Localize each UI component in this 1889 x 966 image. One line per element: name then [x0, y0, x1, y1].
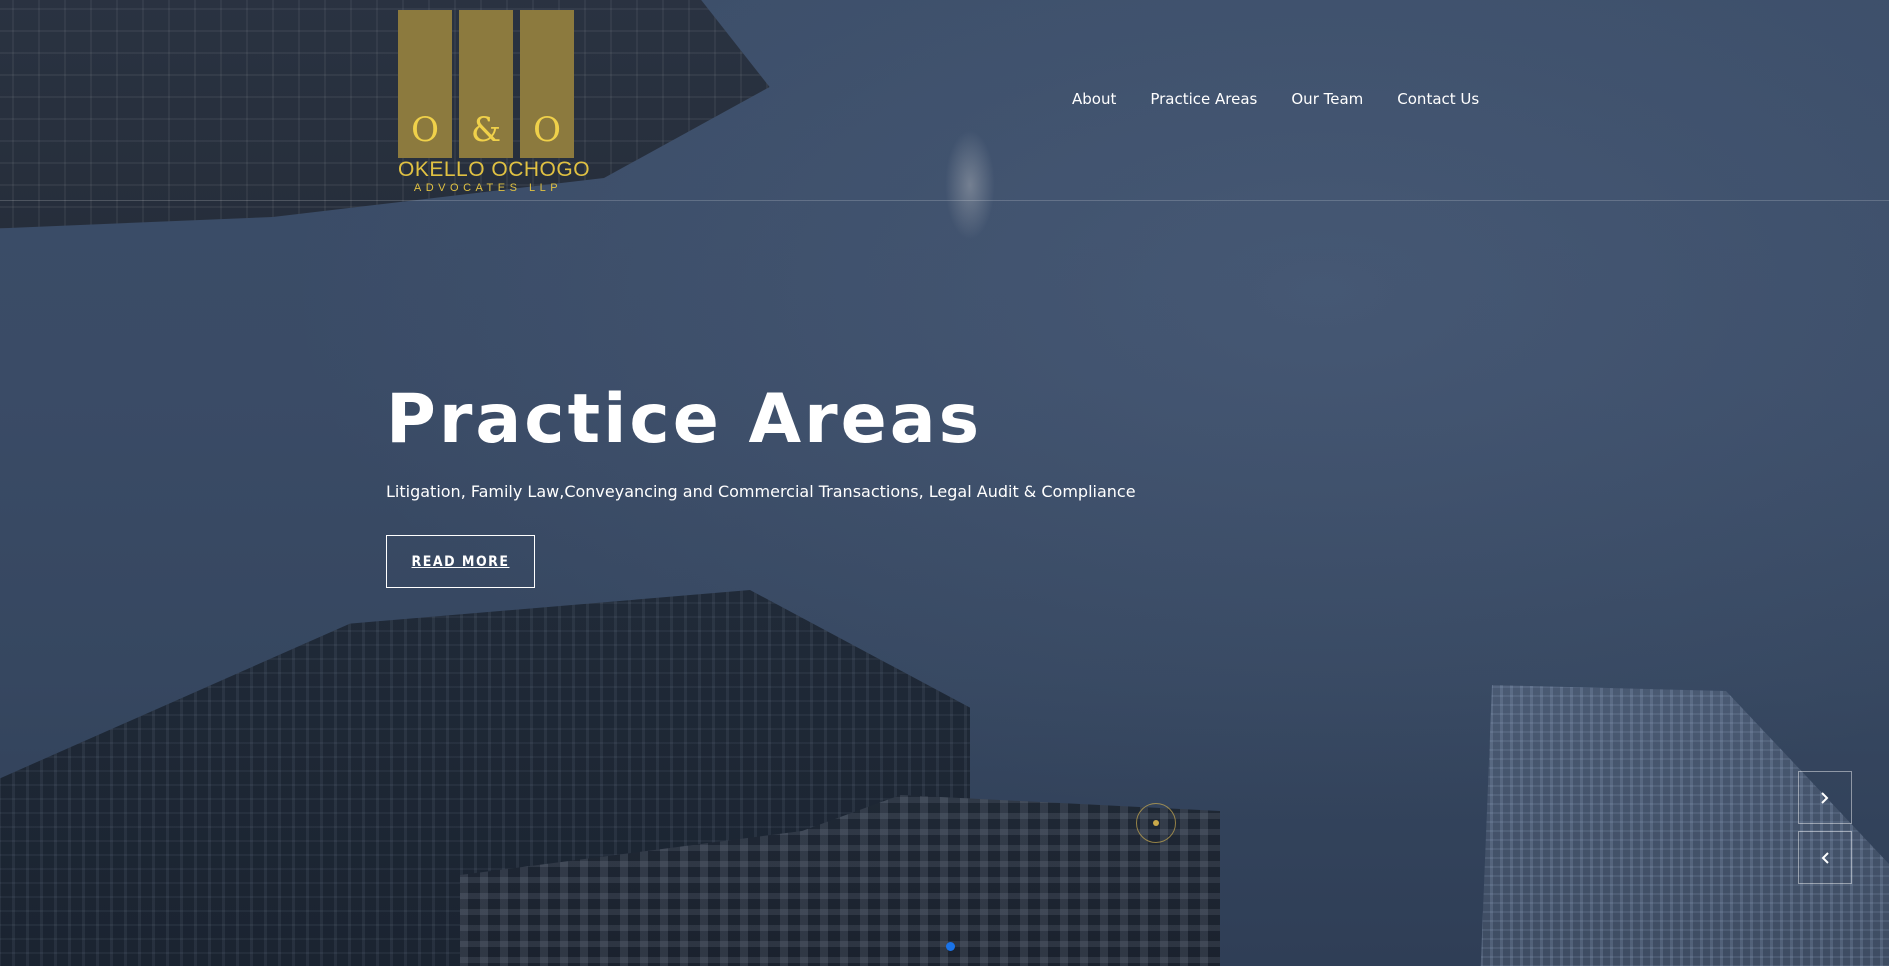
- slide-indicator-dot[interactable]: [946, 942, 955, 951]
- logo-firm-name: OKELLO OCHOGO: [398, 158, 591, 181]
- nav-link-about[interactable]: About: [1072, 90, 1116, 108]
- main-nav: About Practice Areas Our Team Contact Us: [1072, 90, 1513, 108]
- hero-subtitle: Litigation, Family Law,Conveyancing and …: [386, 482, 1136, 501]
- logo-bars: O & O: [398, 10, 576, 158]
- scroll-dot-icon: [1153, 820, 1159, 826]
- site-header: O & O OKELLO OCHOGO ADVOCATES LLP About …: [0, 0, 1889, 201]
- read-more-button[interactable]: READ MORE: [386, 535, 535, 588]
- logo-letter: O: [411, 110, 439, 150]
- nav-link-contact-us[interactable]: Contact Us: [1397, 90, 1479, 108]
- logo-letter: O: [533, 110, 561, 150]
- logo-letter: &: [470, 110, 502, 150]
- slider-next-button[interactable]: [1798, 771, 1852, 824]
- site-logo[interactable]: O & O OKELLO OCHOGO ADVOCATES LLP: [398, 10, 591, 194]
- logo-firm-subtitle: ADVOCATES LLP: [413, 182, 563, 194]
- chevron-right-icon: [1821, 791, 1829, 804]
- nav-link-practice-areas[interactable]: Practice Areas: [1150, 90, 1257, 108]
- chevron-left-icon: [1821, 851, 1829, 864]
- logo-bar: O: [520, 10, 574, 158]
- building-image-right: [1480, 685, 1889, 966]
- hero-content: Practice Areas Litigation, Family Law,Co…: [386, 380, 1486, 588]
- scroll-indicator[interactable]: [1136, 803, 1176, 843]
- logo-bar: O: [398, 10, 452, 158]
- slider-prev-button[interactable]: [1798, 831, 1852, 884]
- logo-bar: &: [459, 10, 513, 158]
- hero-title: Practice Areas: [386, 380, 983, 459]
- nav-link-our-team[interactable]: Our Team: [1291, 90, 1363, 108]
